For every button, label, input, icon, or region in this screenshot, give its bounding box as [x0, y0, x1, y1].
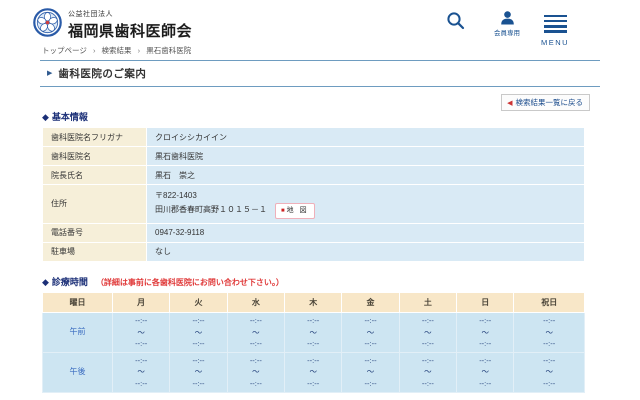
- hours-row-morning: 午前 --:-- ～ --:-- --:-- ～ --:-- --:-- ～ --:-- -…: [42, 311, 585, 353]
- table-row: 駐車場 なし: [42, 241, 585, 262]
- row-value: なし: [146, 241, 585, 262]
- member-label: 会員専用: [494, 30, 520, 37]
- page-title-bar: ▶ 歯科医院のご案内: [40, 60, 600, 87]
- back-to-results-button[interactable]: ◀ 検索結果一覧に戻る: [501, 94, 590, 111]
- map-marker-icon: ■: [281, 207, 285, 214]
- table-row: 電話番号 0947-32-9118: [42, 222, 585, 243]
- back-row: ◀ 検索結果一覧に戻る: [0, 92, 590, 111]
- postal-code: 〒822-1403: [155, 190, 197, 200]
- time-cell: --:-- ～ --:--: [456, 311, 515, 353]
- row-value: 〒822-1403 田川郡香春町高野１０１５－１ ■ 地 図: [146, 184, 585, 224]
- hamburger-icon: [543, 12, 567, 35]
- column-header: 祝日: [513, 291, 585, 313]
- menu-button[interactable]: MENU: [541, 12, 569, 47]
- triangle-right-icon: ▶: [47, 70, 53, 77]
- diamond-icon: ◆: [42, 276, 49, 287]
- time-cell: --:-- ～ --:--: [456, 351, 515, 393]
- map-button[interactable]: ■ 地 図: [275, 202, 315, 220]
- back-to-results-label: 検索結果一覧に戻る: [515, 98, 584, 107]
- row-label: 住所: [42, 184, 147, 224]
- basic-info-heading: ◆ 基本情報: [42, 112, 88, 122]
- table-row: 歯科医院名 黒石歯科医院: [42, 146, 585, 166]
- time-cell: --:-- ～ --:--: [111, 351, 171, 393]
- row-label: 院長氏名: [42, 165, 147, 185]
- search-icon: [447, 12, 465, 30]
- column-header: 曜日: [42, 291, 113, 313]
- time-cell: --:-- ～ --:--: [398, 351, 458, 393]
- column-header: 金: [341, 291, 400, 313]
- time-cell: --:-- ～ --:--: [284, 351, 343, 393]
- menu-label: MENU: [541, 38, 570, 48]
- breadcrumb-separator: ›: [137, 46, 141, 55]
- row-value: 0947-32-9118: [146, 222, 585, 243]
- row-value: 黒石歯科医院: [146, 146, 585, 166]
- table-row: 歯科医院名フリガナ クロイシシカイイン: [42, 127, 585, 147]
- org-name[interactable]: 福岡県歯科医師会: [68, 20, 192, 41]
- column-header: 月: [111, 291, 171, 313]
- hours-heading: ◆ 診療時間 （詳細は事前に各歯科医院にお問い合わせ下さい。）: [42, 276, 284, 287]
- table-row-address: 住所 〒822-1403 田川郡香春町高野１０１５－１ ■ 地 図: [42, 184, 585, 224]
- org-type: 公益社団法人: [68, 11, 113, 18]
- column-header: 土: [398, 291, 458, 313]
- time-cell: --:-- ～ --:--: [341, 311, 400, 353]
- time-cell: --:-- ～ --:--: [284, 311, 343, 353]
- site-header: 公益社団法人 福岡県歯科医師会 会員専用 MENU: [0, 0, 640, 47]
- breadcrumb-home[interactable]: トップページ: [42, 46, 87, 55]
- search-button[interactable]: [446, 11, 465, 30]
- back-arrow-icon: ◀: [507, 100, 513, 107]
- table-row: 院長氏名 黒石 崇之: [42, 165, 585, 185]
- person-icon: [500, 11, 514, 25]
- column-header: 火: [169, 291, 228, 313]
- time-cell: --:-- ～ --:--: [513, 351, 585, 393]
- row-label: 午前: [42, 311, 113, 353]
- hours-section: ◆ 診療時間 （詳細は事前に各歯科医院にお問い合わせ下さい。） 曜日 月 火 水…: [42, 275, 585, 393]
- row-value: クロイシシカイイン: [146, 127, 585, 147]
- basic-info-section: ◆ 基本情報 歯科医院名フリガナ クロイシシカイイン 歯科医院名 黒石歯科医院 …: [42, 110, 585, 262]
- page: 公益社団法人 福岡県歯科医師会 会員専用 MENU トップページ › 検索結果: [0, 0, 640, 400]
- org-title-block: 公益社団法人 福岡県歯科医師会: [68, 9, 192, 41]
- time-cell: --:-- ～ --:--: [169, 351, 228, 393]
- time-cell: --:-- ～ --:--: [398, 311, 458, 353]
- column-header: 日: [456, 291, 515, 313]
- main-content: ◆ 基本情報 歯科医院名フリガナ クロイシシカイイン 歯科医院名 黒石歯科医院 …: [42, 110, 585, 400]
- page-title: 歯科医院のご案内: [58, 68, 147, 80]
- hours-note: （詳細は事前に各歯科医院にお問い合わせ下さい。）: [95, 277, 284, 287]
- row-label: 電話番号: [42, 222, 147, 243]
- breadcrumb-separator: ›: [92, 46, 96, 55]
- row-label: 歯科医院名: [42, 146, 147, 166]
- diamond-icon: ◆: [42, 112, 49, 122]
- time-cell: --:-- ～ --:--: [226, 311, 286, 353]
- address-line: 田川郡香春町高野１０１５－１ ■ 地 図: [155, 202, 576, 220]
- row-label: 歯科医院名フリガナ: [42, 127, 147, 147]
- column-header: 水: [226, 291, 286, 313]
- row-label: 午後: [42, 351, 113, 393]
- hours-header-row: 曜日 月 火 水 木 金 土 日 祝日: [42, 291, 585, 313]
- org-logo: [33, 8, 62, 37]
- member-button[interactable]: 会員専用: [494, 11, 520, 37]
- hours-row-afternoon: 午後 --:-- ～ --:-- --:-- ～ --:-- --:-- ～ --:-- -…: [42, 351, 585, 393]
- row-value: 黒石 崇之: [146, 165, 585, 185]
- breadcrumb-current: 黒石歯科医院: [146, 46, 192, 55]
- flower-logo-icon: [33, 8, 62, 37]
- basic-info-table: 歯科医院名フリガナ クロイシシカイイン 歯科医院名 黒石歯科医院 院長氏名 黒石…: [42, 127, 585, 262]
- row-label: 駐車場: [42, 241, 147, 262]
- time-cell: --:-- ～ --:--: [169, 311, 228, 353]
- column-header: 木: [284, 291, 343, 313]
- time-cell: --:-- ～ --:--: [111, 311, 171, 353]
- time-cell: --:-- ～ --:--: [513, 311, 585, 353]
- time-cell: --:-- ～ --:--: [226, 351, 286, 393]
- hours-table: 曜日 月 火 水 木 金 土 日 祝日 午前 --:-- ～ --:-- --:--…: [42, 291, 585, 393]
- breadcrumb-search-results[interactable]: 検索結果: [102, 46, 132, 55]
- time-cell: --:-- ～ --:--: [341, 351, 400, 393]
